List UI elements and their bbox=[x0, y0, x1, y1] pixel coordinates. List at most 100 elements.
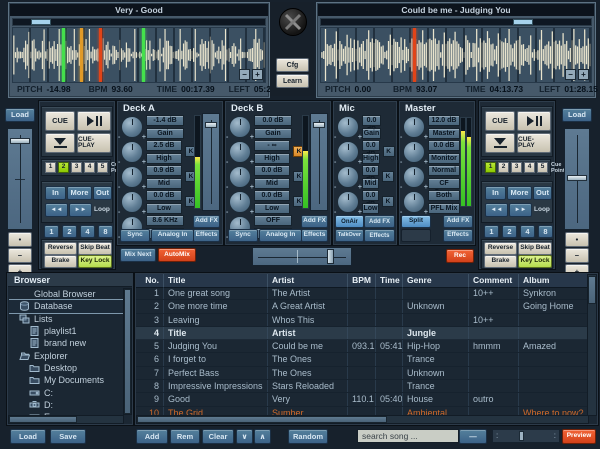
table-row[interactable]: 1One great songThe Artist10++Synkron bbox=[136, 287, 588, 300]
param-label-button[interactable]: Gain bbox=[146, 128, 184, 139]
table-row[interactable]: 2One more timeA Great ArtistUnknownGoing… bbox=[136, 300, 588, 313]
column-header[interactable]: Album bbox=[519, 274, 588, 287]
table-row[interactable]: 5Judging YouCould be me093.105:41Hip-Hop… bbox=[136, 340, 588, 353]
deck-a-sync-button[interactable]: Sync bbox=[120, 229, 150, 242]
master-effects-button[interactable]: Effects bbox=[443, 229, 473, 242]
master-split-button[interactable]: Split bbox=[401, 215, 431, 228]
cue-point-button[interactable]: 5 bbox=[537, 162, 548, 173]
param-label-button[interactable]: Gain bbox=[254, 128, 292, 139]
tree-item[interactable]: D: bbox=[9, 399, 123, 411]
brake-button-right[interactable]: Brake bbox=[484, 255, 517, 268]
tree-item[interactable]: Explorer bbox=[9, 349, 123, 361]
table-row[interactable]: 7Perfect BassThe OnesUnknown bbox=[136, 367, 588, 380]
column-header[interactable]: No. bbox=[136, 274, 164, 287]
param-label-button[interactable]: High bbox=[254, 153, 290, 164]
loop-length-button[interactable]: 2 bbox=[502, 225, 517, 238]
record-button[interactable]: Rec bbox=[446, 249, 474, 263]
mix-next-button[interactable]: Mix Next bbox=[120, 248, 156, 262]
browser-vscrollbar[interactable] bbox=[123, 288, 132, 415]
loop-length-button[interactable]: 8 bbox=[98, 225, 113, 238]
table-row[interactable]: 8Impressive ImpressionsStars ReloadedTra… bbox=[136, 380, 588, 393]
deck-b-effects-button[interactable]: Effects bbox=[301, 229, 328, 242]
scroll-thumb[interactable] bbox=[588, 276, 596, 304]
deck-left-seek-thumb[interactable] bbox=[31, 19, 51, 25]
cue-point-button[interactable]: 3 bbox=[71, 162, 82, 173]
deck-a-gain-knob[interactable] bbox=[121, 116, 143, 138]
deck-b-high-knob[interactable] bbox=[229, 141, 251, 163]
wave-zoom-out-button[interactable]: − bbox=[565, 69, 576, 80]
move-down-button[interactable]: ∨ bbox=[236, 429, 253, 444]
volume-thumb[interactable] bbox=[205, 122, 217, 128]
key-lock-button-right[interactable]: Key Lock bbox=[518, 255, 552, 268]
master-add-fx-button[interactable]: Add FX bbox=[443, 215, 473, 228]
scroll-thumb[interactable] bbox=[124, 289, 131, 414]
scroll-thumb[interactable] bbox=[9, 416, 77, 423]
cue-point-button[interactable]: 2 bbox=[58, 162, 69, 173]
pitch-bend-dot-button-right[interactable]: • bbox=[565, 232, 589, 247]
deck-right-waveform[interactable]: − + bbox=[320, 27, 592, 83]
mic-high-knob[interactable] bbox=[337, 141, 359, 163]
return-to-start-button-left[interactable] bbox=[45, 133, 75, 153]
deck-left-waveform[interactable]: − + bbox=[12, 27, 266, 83]
tree-item[interactable]: Global Browser bbox=[9, 288, 123, 300]
deck-b-gain-knob[interactable] bbox=[229, 116, 251, 138]
column-header[interactable]: Comment bbox=[469, 274, 519, 287]
playlist-save-button[interactable]: Save bbox=[50, 429, 86, 444]
pitch-slider-left[interactable] bbox=[7, 128, 33, 230]
param-label-button[interactable]: Low bbox=[254, 203, 290, 214]
pitch-slider-thumb[interactable] bbox=[567, 175, 587, 181]
loop-more-button-right[interactable]: More bbox=[507, 186, 532, 200]
loop-length-button[interactable]: 2 bbox=[62, 225, 77, 238]
loop-in-button-right[interactable]: In bbox=[485, 186, 506, 200]
tree-item[interactable]: C: bbox=[9, 386, 123, 398]
mic-on-air-button[interactable]: OnAir bbox=[335, 215, 364, 228]
mic-low-knob[interactable] bbox=[337, 191, 359, 213]
playlist-load-button[interactable]: Load bbox=[10, 429, 46, 444]
master-pfl-mix-knob[interactable] bbox=[403, 191, 425, 213]
deck-b-add-fx-button[interactable]: Add FX bbox=[301, 215, 328, 228]
loop-back-button-right[interactable]: ◄◄ bbox=[485, 203, 508, 217]
param-label-button[interactable]: Low bbox=[146, 203, 182, 214]
column-header[interactable]: BPM bbox=[348, 274, 376, 287]
key-lock-button-left[interactable]: Key Lock bbox=[78, 255, 112, 268]
cue-point-button[interactable]: 3 bbox=[511, 162, 522, 173]
param-label-button[interactable]: Mid bbox=[362, 178, 379, 189]
playlist-hscrollbar[interactable] bbox=[136, 415, 589, 424]
pitch-minus-button-right[interactable]: − bbox=[565, 248, 589, 263]
wave-zoom-out-button[interactable]: − bbox=[239, 69, 250, 80]
loop-more-button-left[interactable]: More bbox=[67, 186, 92, 200]
brake-button-left[interactable]: Brake bbox=[44, 255, 77, 268]
column-header[interactable]: Time bbox=[376, 274, 403, 287]
play-pause-button-left[interactable] bbox=[77, 111, 111, 131]
table-row[interactable]: 9GoodVery110.105:40Houseoutro bbox=[136, 393, 588, 406]
volume-thumb[interactable] bbox=[313, 122, 325, 128]
master-cf-curve-knob[interactable] bbox=[403, 166, 425, 188]
loop-length-button[interactable]: 1 bbox=[484, 225, 499, 238]
mic-add-fx-button[interactable]: Add FX bbox=[364, 215, 395, 228]
tree-item[interactable]: Desktop bbox=[9, 362, 123, 374]
deck-left-seek-bar[interactable] bbox=[12, 18, 266, 26]
clear-button[interactable]: Clear bbox=[202, 429, 234, 444]
deck-a-analog-in-button[interactable]: Analog In bbox=[151, 229, 194, 242]
column-header[interactable]: Title bbox=[164, 274, 268, 287]
load-button-right[interactable]: Load bbox=[562, 108, 592, 122]
return-to-start-button-right[interactable] bbox=[485, 133, 515, 153]
tree-item[interactable]: Database bbox=[9, 300, 123, 312]
master-blank-button[interactable] bbox=[401, 229, 431, 242]
skip-beat-button-right[interactable]: Skip Beat bbox=[518, 242, 552, 255]
mic-talk-over-button[interactable]: TalkOver bbox=[335, 229, 364, 242]
pitch-minus-button-left[interactable]: − bbox=[8, 248, 32, 263]
deck-b-analog-in-button[interactable]: Analog In bbox=[259, 229, 302, 242]
pitch-bend-dot-button-left[interactable]: • bbox=[8, 232, 32, 247]
deck-a-volume-slider[interactable] bbox=[202, 113, 220, 211]
remove-button[interactable]: Rem bbox=[170, 429, 200, 444]
cue-play-button-left[interactable]: CUE-PLAY bbox=[77, 133, 111, 153]
deck-b-sync-button[interactable]: Sync bbox=[228, 229, 258, 242]
pitch-slider-thumb[interactable] bbox=[10, 138, 30, 144]
random-button[interactable]: Random bbox=[288, 429, 328, 444]
wave-zoom-in-button[interactable]: + bbox=[252, 69, 263, 80]
loop-length-button[interactable]: 4 bbox=[520, 225, 535, 238]
reverse-button-right[interactable]: Reverse bbox=[484, 242, 517, 255]
kill-button[interactable]: K bbox=[382, 171, 394, 182]
param-label-button[interactable]: PFL Mix bbox=[428, 203, 460, 214]
